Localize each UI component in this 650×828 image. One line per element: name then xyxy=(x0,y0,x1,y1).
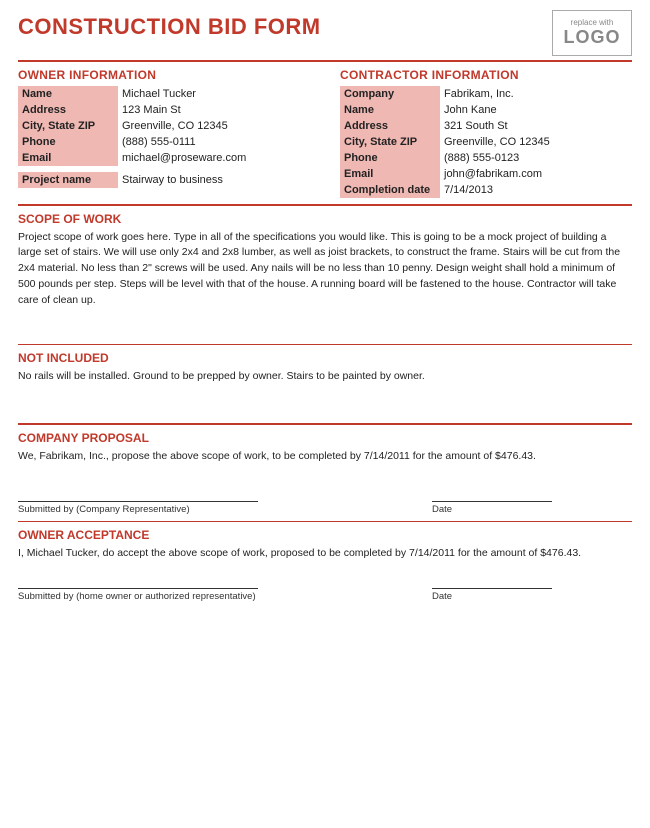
owner-phone-label: Phone xyxy=(18,134,118,150)
contractor-company-value: Fabrikam, Inc. xyxy=(440,86,632,102)
table-row: Company Fabrikam, Inc. xyxy=(340,86,632,102)
owner-email-label: Email xyxy=(18,150,118,166)
contractor-email-label: Email xyxy=(340,166,440,182)
table-row: City, State ZIP Greenville, CO 12345 xyxy=(18,118,310,134)
table-row: Address 123 Main St xyxy=(18,102,310,118)
contractor-address-label: Address xyxy=(340,118,440,134)
sig2-line xyxy=(18,588,258,589)
owner-email-value: michael@proseware.com xyxy=(118,150,310,166)
table-row: Email michael@proseware.com xyxy=(18,150,310,166)
sig1-section: Submitted by (Company Representative) Da… xyxy=(18,501,632,515)
sig1-line xyxy=(18,501,258,502)
not-included-content: No rails will be installed. Ground to be… xyxy=(18,367,632,417)
table-row: Name Michael Tucker xyxy=(18,86,310,102)
sig2-row: Submitted by (home owner or authorized r… xyxy=(18,588,632,602)
table-row: Phone (888) 555-0111 xyxy=(18,134,310,150)
sig2-date-block: Date xyxy=(432,588,632,602)
proposal-section: COMPANY PROPOSAL We, Fabrikam, Inc., pro… xyxy=(18,431,632,487)
owner-city-value: Greenville, CO 12345 xyxy=(118,118,310,134)
contractor-phone-label: Phone xyxy=(340,150,440,166)
contractor-phone-value: (888) 555-0123 xyxy=(440,150,632,166)
contractor-table: Company Fabrikam, Inc. Name John Kane Ad… xyxy=(340,86,632,198)
owner-acceptance-heading: OWNER ACCEPTANCE xyxy=(18,528,632,542)
not-included-section: NOT INCLUDED No rails will be installed.… xyxy=(18,351,632,417)
table-row: City, State ZIP Greenville, CO 12345 xyxy=(340,134,632,150)
owner-name-value: Michael Tucker xyxy=(118,86,310,102)
info-section: OWNER INFORMATION Name Michael Tucker Ad… xyxy=(18,68,632,198)
table-row: Name John Kane xyxy=(340,102,632,118)
owner-city-label: City, State ZIP xyxy=(18,118,118,134)
not-included-divider xyxy=(18,344,632,346)
table-row: Phone (888) 555-0123 xyxy=(340,150,632,166)
contractor-completion-value: 7/14/2013 xyxy=(440,182,632,198)
owner-table: Name Michael Tucker Address 123 Main St … xyxy=(18,86,310,188)
contractor-city-value: Greenville, CO 12345 xyxy=(440,134,632,150)
scope-content: Project scope of work goes here. Type in… xyxy=(18,228,632,338)
contractor-city-label: City, State ZIP xyxy=(340,134,440,150)
sig1-row: Submitted by (Company Representative) Da… xyxy=(18,501,632,515)
sig2-section: Submitted by (home owner or authorized r… xyxy=(18,588,632,602)
contractor-email-value: john@fabrikam.com xyxy=(440,166,632,182)
owner-acceptance-divider xyxy=(18,521,632,523)
page-header: CONSTRUCTION BID FORM replace with LOGO xyxy=(18,10,632,56)
header-divider xyxy=(18,60,632,62)
contractor-info-col: CONTRACTOR INFORMATION Company Fabrikam,… xyxy=(340,68,632,198)
contractor-name-label: Name xyxy=(340,102,440,118)
owner-acceptance-content: I, Michael Tucker, do accept the above s… xyxy=(18,544,632,574)
contractor-name-value: John Kane xyxy=(440,102,632,118)
scope-heading: SCOPE OF WORK xyxy=(18,212,632,226)
table-row: Address 321 South St xyxy=(340,118,632,134)
page-title: CONSTRUCTION BID FORM xyxy=(18,14,321,40)
scope-divider xyxy=(18,204,632,206)
sig1-date-line xyxy=(432,501,552,502)
sig1-block: Submitted by (Company Representative) xyxy=(18,501,258,515)
contractor-completion-label: Completion date xyxy=(340,182,440,198)
table-row: Email john@fabrikam.com xyxy=(340,166,632,182)
sig2-block: Submitted by (home owner or authorized r… xyxy=(18,588,258,602)
owner-info-col: OWNER INFORMATION Name Michael Tucker Ad… xyxy=(18,68,310,198)
logo-replace-text: replace with xyxy=(571,18,614,27)
owner-address-value: 123 Main St xyxy=(118,102,310,118)
logo-box: replace with LOGO xyxy=(552,10,632,56)
logo-text: LOGO xyxy=(564,27,621,48)
owner-name-label: Name xyxy=(18,86,118,102)
owner-project-label: Project name xyxy=(18,172,118,188)
sig2-label: Submitted by (home owner or authorized r… xyxy=(18,591,258,602)
owner-address-label: Address xyxy=(18,102,118,118)
table-row: Project name Stairway to business xyxy=(18,172,310,188)
owner-heading: OWNER INFORMATION xyxy=(18,68,310,82)
sig1-date-block: Date xyxy=(432,501,632,515)
contractor-heading: CONTRACTOR INFORMATION xyxy=(340,68,632,82)
proposal-heading: COMPANY PROPOSAL xyxy=(18,431,632,445)
sig1-date-label: Date xyxy=(432,504,632,515)
scope-section: SCOPE OF WORK Project scope of work goes… xyxy=(18,212,632,338)
not-included-heading: NOT INCLUDED xyxy=(18,351,632,365)
contractor-address-value: 321 South St xyxy=(440,118,632,134)
owner-acceptance-section: OWNER ACCEPTANCE I, Michael Tucker, do a… xyxy=(18,528,632,574)
sig2-date-line xyxy=(432,588,552,589)
proposal-divider xyxy=(18,423,632,425)
table-row: Completion date 7/14/2013 xyxy=(340,182,632,198)
owner-project-value: Stairway to business xyxy=(118,172,310,188)
contractor-company-label: Company xyxy=(340,86,440,102)
col-spacer xyxy=(310,68,340,198)
owner-phone-value: (888) 555-0111 xyxy=(118,134,310,150)
sig1-label: Submitted by (Company Representative) xyxy=(18,504,258,515)
sig2-date-label: Date xyxy=(432,591,632,602)
proposal-content: We, Fabrikam, Inc., propose the above sc… xyxy=(18,447,632,487)
